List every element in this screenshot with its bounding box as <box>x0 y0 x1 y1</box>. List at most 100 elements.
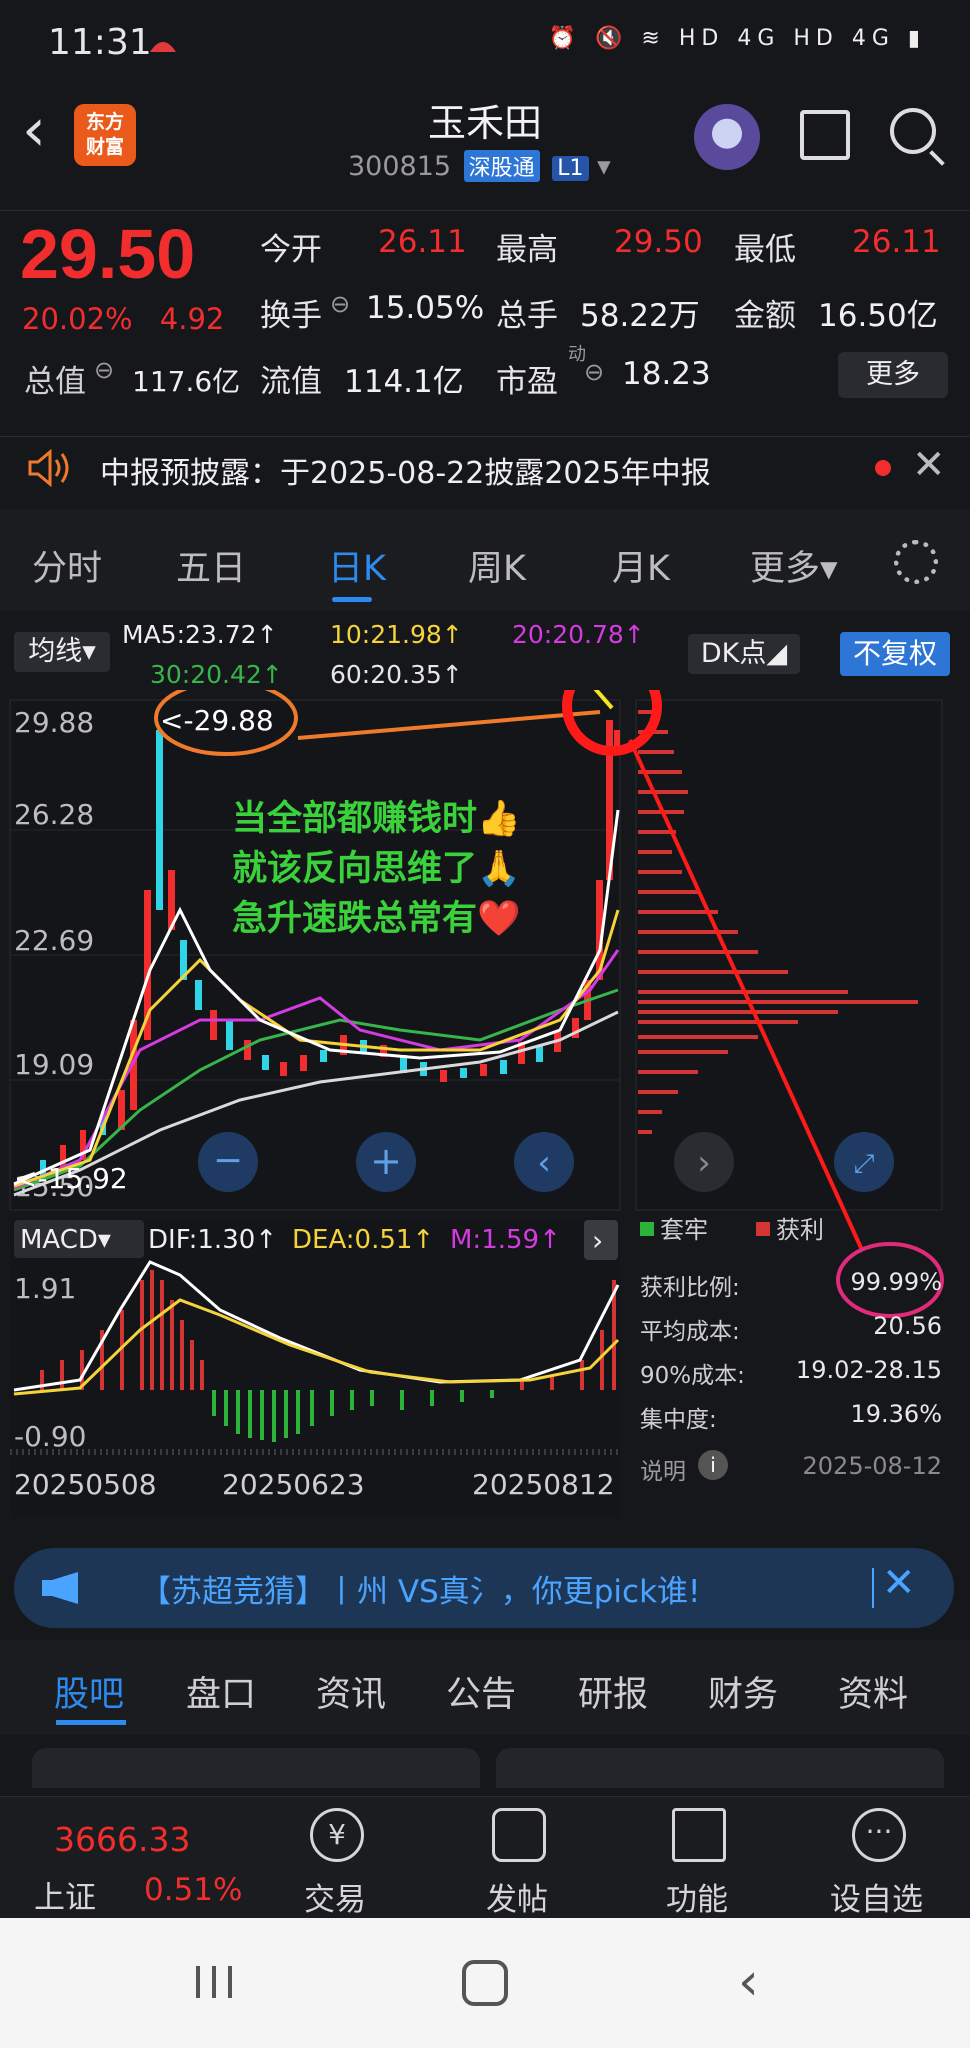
amount-label: 金额 <box>734 298 796 334</box>
profit-ratio-value: 99.99% <box>850 1268 942 1296</box>
info-icon[interactable]: ⊖ <box>330 290 350 318</box>
date-tick: 20250623 <box>222 1468 365 1501</box>
nav-add-watchlist[interactable]: 设自选 <box>830 1874 923 1919</box>
macd-dif: DIF:1.30↑ <box>148 1225 277 1255</box>
float-label: 流值 <box>260 364 322 400</box>
more-button[interactable]: 更多 <box>838 352 948 398</box>
tab-profile[interactable]: 资料 <box>838 1666 908 1717</box>
search-icon[interactable] <box>890 108 936 154</box>
edit-icon <box>492 1808 546 1862</box>
macd-y-top: 1.91 <box>14 1272 76 1305</box>
banner-text: 【苏超竞猜】丨州 VS真氵，你更pick谁! <box>140 1574 701 1610</box>
unread-dot <box>875 460 891 476</box>
divider <box>872 1568 874 1608</box>
info-icon[interactable]: i <box>698 1450 728 1480</box>
low-value: 26.11 <box>852 224 941 260</box>
share-icon[interactable] <box>800 110 850 160</box>
profit-legend-swatch <box>756 1222 770 1236</box>
home-icon[interactable] <box>462 1960 508 2006</box>
pe-value: 18.23 <box>622 356 711 392</box>
more-dots-icon: ··· <box>852 1808 906 1862</box>
volume-label: 总手 <box>496 298 558 334</box>
current-price: 29.50 <box>20 215 196 293</box>
date-tick: 20250812 <box>472 1468 615 1501</box>
tab-finance[interactable]: 财务 <box>708 1666 778 1717</box>
float-value: 114.1亿 <box>344 364 464 400</box>
volume-value: 58.22万 <box>580 298 700 334</box>
annotation-line: 就该反向思维了🙏 <box>232 849 521 889</box>
tab-monthly-k[interactable]: 月K <box>612 540 670 591</box>
connect-tag: 深股通 <box>463 150 540 182</box>
tab-underline <box>56 1720 126 1725</box>
tab-news[interactable]: 资讯 <box>316 1666 386 1717</box>
minus-icon: − <box>213 1140 243 1181</box>
macd-m: M:1.59↑ <box>450 1225 561 1255</box>
notice-text: 中报预披露：于2025-08-22披露2025年中报 <box>100 456 711 491</box>
cost90-label: 90%成本: <box>640 1363 745 1389</box>
chevron-right-icon: › <box>697 1143 711 1183</box>
turnover-value: 15.05% <box>366 290 485 326</box>
stock-code: 300815 <box>348 151 452 182</box>
adjust-button[interactable]: 不复权 <box>840 632 950 676</box>
chip-panel <box>635 699 943 1211</box>
nav-trade[interactable]: 交易 <box>304 1874 366 1919</box>
chevron-left-icon: ‹ <box>537 1143 551 1183</box>
status-time: 11:31 <box>48 22 152 63</box>
ai-robot-icon[interactable] <box>694 104 760 170</box>
note-label[interactable]: 说明 <box>640 1452 686 1486</box>
tab-research[interactable]: 研报 <box>578 1666 648 1717</box>
tab-daily-k[interactable]: 日K <box>328 540 386 591</box>
peek-card[interactable] <box>32 1748 480 1788</box>
info-icon-mcap[interactable]: ⊖ <box>94 356 114 384</box>
level-tag: L1 <box>552 156 589 181</box>
index-value[interactable]: 3666.33 <box>54 1820 190 1859</box>
status-bar: 11:31 ⏰ 🔇 ≋ HD 4G HD 4G ▮ <box>0 0 970 90</box>
megaphone-icon <box>38 1570 88 1606</box>
low-label: 最低 <box>734 232 796 268</box>
concentration-label: 集中度: <box>640 1407 717 1433</box>
index-name[interactable]: 上证 <box>34 1872 96 1917</box>
tab-announcements[interactable]: 公告 <box>446 1666 516 1717</box>
macd-dea: DEA:0.51↑ <box>292 1225 434 1255</box>
status-icons: ⏰ 🔇 ≋ HD 4G HD 4G ▮ <box>548 26 926 51</box>
high-value: 29.50 <box>614 224 703 260</box>
tab-orderbook[interactable]: 盘口 <box>186 1666 256 1717</box>
gear-icon[interactable] <box>894 540 938 584</box>
high-label: 最高 <box>496 232 558 268</box>
tab-five-day[interactable]: 五日 <box>176 540 246 591</box>
tab-forum[interactable]: 股吧 <box>54 1666 124 1717</box>
tab-intraday[interactable]: 分时 <box>32 540 102 591</box>
avg-cost-value: 20.56 <box>873 1312 942 1340</box>
chevron-right-icon: › <box>592 1224 603 1257</box>
index-change: 0.51% <box>144 1872 243 1908</box>
back-icon[interactable]: ‹ <box>738 1952 759 2012</box>
macd-indicator-label: MACD▾ <box>20 1225 111 1255</box>
close-icon[interactable]: ✕ <box>882 1560 916 1606</box>
mcap-value: 117.6亿 <box>132 365 241 398</box>
dk-point-select[interactable]: DK点◢ <box>688 634 800 674</box>
profit-ratio-label: 获利比例: <box>640 1275 740 1301</box>
nav-functions[interactable]: 功能 <box>666 1874 728 1919</box>
amount-value: 16.50亿 <box>818 298 938 334</box>
info-icon-pe[interactable]: ⊖ <box>584 358 604 386</box>
tab-weekly-k[interactable]: 周K <box>468 540 526 591</box>
notification-icon <box>148 32 178 56</box>
chevron-down-icon: ▾ <box>597 151 611 182</box>
change-line: 20.02% 4.92 <box>22 302 224 336</box>
ma20-label: 20:20.78↑ <box>512 620 645 649</box>
open-label: 今开 <box>260 232 322 268</box>
recent-apps-icon[interactable] <box>192 1962 236 2002</box>
turnover-label: 换手 <box>260 298 322 334</box>
close-icon[interactable]: ✕ <box>912 442 946 488</box>
ma-indicator-select[interactable]: 均线▾ <box>14 632 110 672</box>
change-amt: 4.92 <box>159 302 225 336</box>
stock-code-row[interactable]: 300815 深股通 L1 ▾ <box>348 150 611 182</box>
plus-icon: + <box>370 1139 402 1183</box>
change-pct: 20.02% <box>22 302 133 336</box>
peek-card[interactable] <box>496 1748 944 1788</box>
tab-more[interactable]: 更多▾ <box>750 540 838 591</box>
ma5-label: MA5:23.72↑ <box>122 620 278 649</box>
nav-post[interactable]: 发帖 <box>486 1874 548 1919</box>
ma30-label: 30:20.42↑ <box>150 660 283 689</box>
grid-icon <box>672 1808 726 1862</box>
